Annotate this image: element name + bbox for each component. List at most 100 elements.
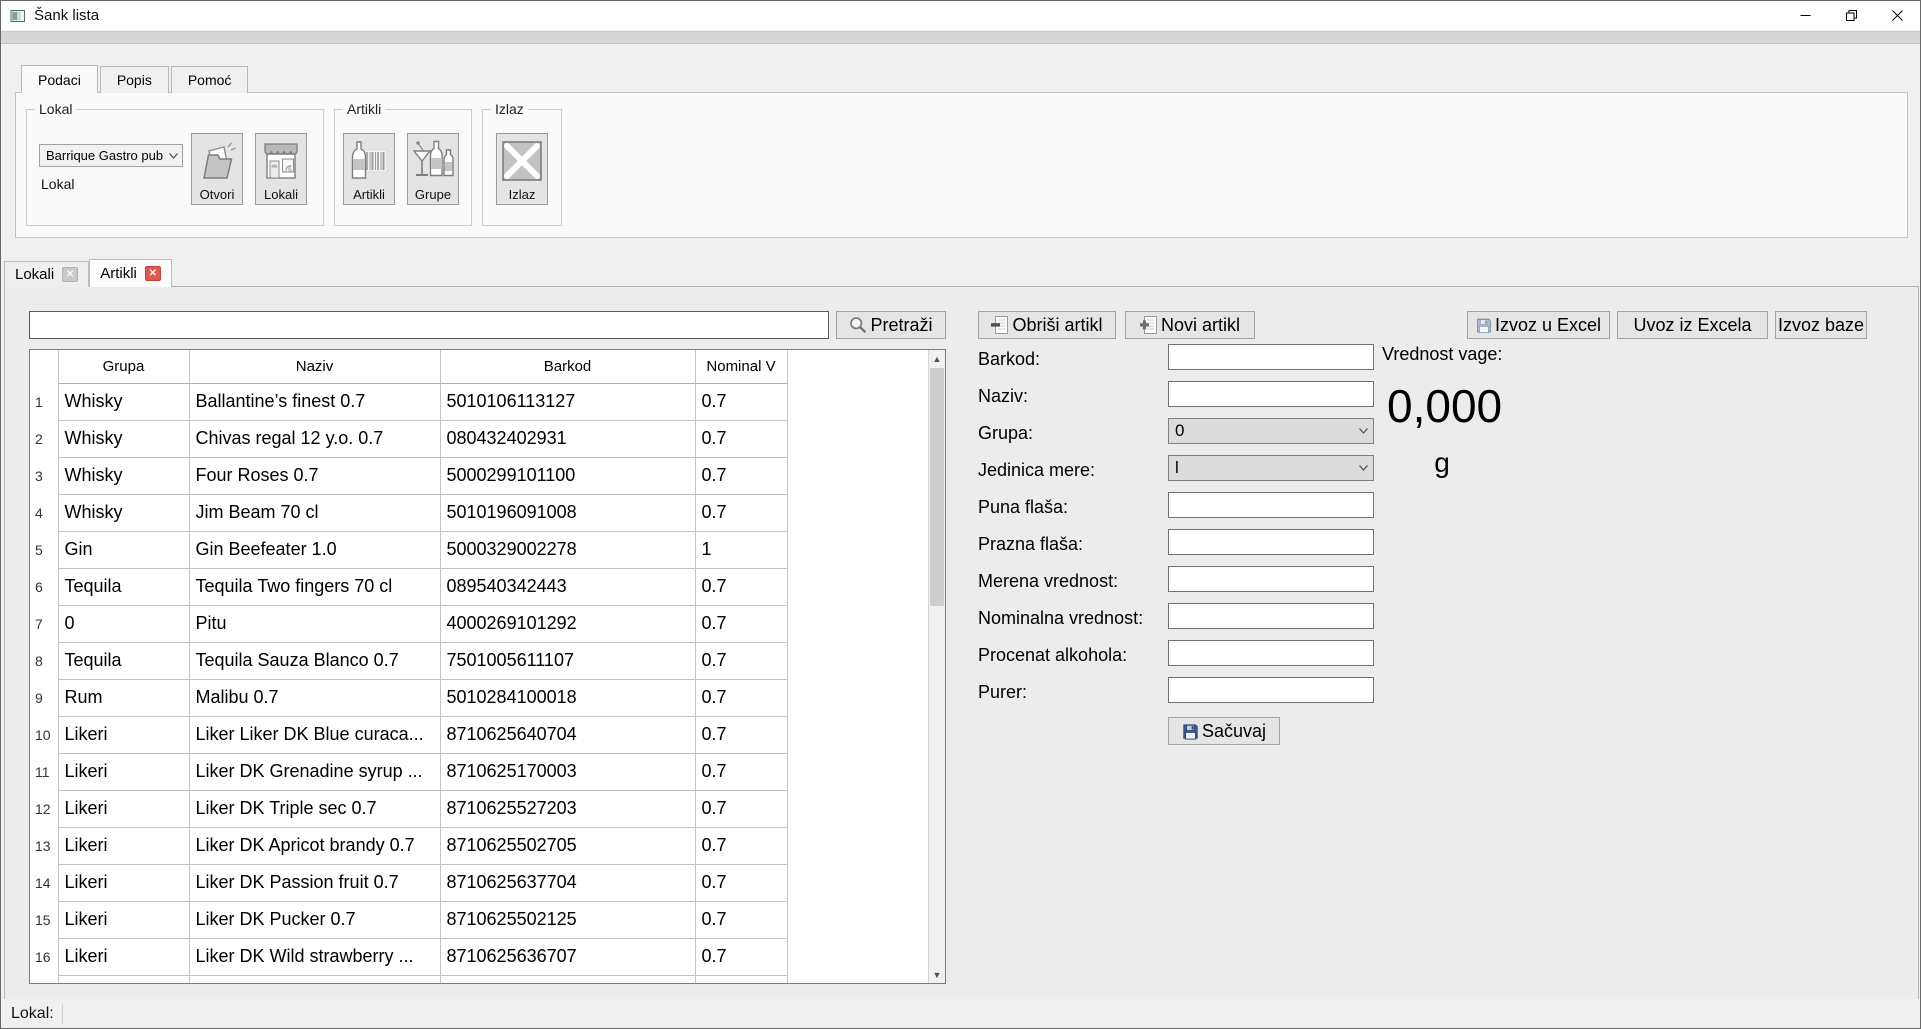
table-row[interactable]: 15 Likeri Liker DK Pucker 0.7 8710625502… — [30, 901, 928, 938]
naziv-cell: Liker DK Pucker 0.7 — [189, 901, 440, 938]
grupa-cell: Tequila — [58, 642, 189, 679]
table-row[interactable]: 12 Likeri Liker DK Triple sec 0.7 871062… — [30, 790, 928, 827]
barkod-cell — [440, 975, 695, 984]
filler-cell — [787, 420, 928, 457]
column-header-grupa[interactable]: Grupa — [58, 350, 189, 383]
filler-cell — [787, 568, 928, 605]
chevron-down-icon — [1353, 428, 1373, 434]
form-field-label: Prazna flaša: — [978, 529, 1168, 566]
table-row[interactable]: 3 Whisky Four Roses 0.7 5000299101100 0.… — [30, 457, 928, 494]
save-button[interactable]: Sačuvaj — [1168, 717, 1280, 745]
row-number-header — [30, 350, 58, 383]
form-field-input[interactable] — [1168, 492, 1374, 518]
scrollbar-thumb[interactable] — [930, 368, 944, 606]
artikli-button[interactable]: Artikli — [343, 133, 395, 205]
close-tab-icon[interactable]: ✕ — [145, 266, 161, 281]
form-field-input[interactable] — [1168, 529, 1374, 555]
table-row[interactable]: 14 Likeri Liker DK Passion fruit 0.7 871… — [30, 864, 928, 901]
export-excel-button[interactable]: Izvoz u Excel — [1467, 311, 1610, 339]
select-value: 0 — [1169, 421, 1353, 441]
table-row[interactable]: 9 Rum Malibu 0.7 5010284100018 0.7 — [30, 679, 928, 716]
minimize-button[interactable] — [1782, 1, 1828, 30]
form-field-input[interactable] — [1168, 603, 1374, 629]
grupa-cell: Tequila — [58, 568, 189, 605]
form-field-input[interactable] — [1168, 677, 1374, 703]
nominal-cell: 0.7 — [695, 420, 787, 457]
filler-cell — [787, 901, 928, 938]
lokal-combobox[interactable]: Barrique Gastro pub — [39, 144, 183, 167]
column-header-nominal[interactable]: Nominal V — [695, 350, 787, 383]
import-excel-button[interactable]: Uvoz iz Excela — [1617, 311, 1768, 339]
new-article-button[interactable]: Novi artikl — [1125, 311, 1255, 339]
row-number-cell: 15 — [30, 901, 58, 938]
table-row[interactable]: 5 Gin Gin Beefeater 1.0 5000329002278 1 — [30, 531, 928, 568]
lokali-button[interactable]: Lokali — [255, 133, 307, 205]
table-row[interactable]: 1 Whisky Ballantine’s finest 0.7 5010106… — [30, 383, 928, 420]
table-row[interactable] — [30, 975, 928, 984]
barkod-cell: 7501005611107 — [440, 642, 695, 679]
grupa-cell: Whisky — [58, 420, 189, 457]
table-row[interactable]: 10 Likeri Liker Liker DK Blue curaca... … — [30, 716, 928, 753]
form-field-input[interactable] — [1168, 344, 1374, 370]
grupa-cell: 0 — [58, 605, 189, 642]
doc-tab-lokali[interactable]: Lokali ✕ — [4, 261, 89, 287]
naziv-cell: Four Roses 0.7 — [189, 457, 440, 494]
ribbon-tab-pomoc[interactable]: Pomoć — [171, 66, 249, 93]
window-controls — [1782, 1, 1920, 30]
barkod-cell: 5000299101100 — [440, 457, 695, 494]
form-field-input[interactable] — [1168, 381, 1374, 407]
table-row[interactable]: 16 Likeri Liker DK Wild strawberry ... 8… — [30, 938, 928, 975]
grupe-button[interactable]: Grupe — [407, 133, 459, 205]
scale-display: Vrednost vage: 0,000 g — [1382, 344, 1562, 479]
table-row[interactable]: 7 0 Pitu 4000269101292 0.7 — [30, 605, 928, 642]
naziv-cell — [189, 975, 440, 984]
barkod-cell: 5010196091008 — [440, 494, 695, 531]
nominal-cell: 0.7 — [695, 864, 787, 901]
restore-button[interactable] — [1828, 1, 1874, 30]
form-field-select[interactable]: l — [1168, 455, 1374, 481]
window-title: Šank lista — [34, 7, 99, 24]
filler-cell — [787, 753, 928, 790]
search-input[interactable] — [29, 311, 829, 339]
doc-tab-artikli[interactable]: Artikli ✕ — [89, 259, 172, 287]
ribbon-tab-popis[interactable]: Popis — [100, 66, 169, 93]
izlaz-button[interactable]: Izlaz — [496, 133, 548, 205]
chevron-down-icon — [1353, 465, 1373, 471]
scroll-down-icon[interactable]: ▼ — [929, 966, 945, 983]
table-scrollbar[interactable]: ▲ ▼ — [928, 350, 945, 983]
filler-cell — [787, 605, 928, 642]
form-field-input[interactable] — [1168, 566, 1374, 592]
table-row[interactable]: 6 Tequila Tequila Two fingers 70 cl 0895… — [30, 568, 928, 605]
articles-table: Grupa Naziv Barkod Nominal V 1 Whisky Ba… — [29, 349, 946, 984]
open-folder-icon — [195, 134, 239, 187]
filler-cell — [787, 494, 928, 531]
grupa-cell: Likeri — [58, 790, 189, 827]
naziv-cell: Chivas regal 12 y.o. 0.7 — [189, 420, 440, 457]
search-button[interactable]: Pretraži — [836, 311, 946, 339]
close-button[interactable] — [1874, 1, 1920, 30]
grupa-cell: Likeri — [58, 938, 189, 975]
grupa-cell — [58, 975, 189, 984]
scroll-up-icon[interactable]: ▲ — [929, 350, 945, 367]
column-header-barkod[interactable]: Barkod — [440, 350, 695, 383]
table-row[interactable]: 4 Whisky Jim Beam 70 cl 5010196091008 0.… — [30, 494, 928, 531]
table-row[interactable]: 11 Likeri Liker DK Grenadine syrup ... 8… — [30, 753, 928, 790]
close-tab-icon[interactable]: ✕ — [62, 267, 78, 282]
otvori-button[interactable]: Otvori — [191, 133, 243, 205]
export-database-button[interactable]: Izvoz baze — [1775, 311, 1867, 339]
table-row[interactable]: 2 Whisky Chivas regal 12 y.o. 0.7 080432… — [30, 420, 928, 457]
naziv-cell: Liker Liker DK Blue curaca... — [189, 716, 440, 753]
form-field-label: Purer: — [978, 677, 1168, 714]
row-number-cell: 10 — [30, 716, 58, 753]
delete-article-button[interactable]: Obriši artikl — [978, 311, 1116, 339]
form-field-label: Merena vrednost: — [978, 566, 1168, 603]
table-row[interactable]: 8 Tequila Tequila Sauza Blanco 0.7 75010… — [30, 642, 928, 679]
grupe-label: Grupe — [415, 187, 451, 202]
barkod-cell: 8710625637704 — [440, 864, 695, 901]
table-row[interactable]: 13 Likeri Liker DK Apricot brandy 0.7 87… — [30, 827, 928, 864]
column-header-naziv[interactable]: Naziv — [189, 350, 440, 383]
ribbon-tab-podaci[interactable]: Podaci — [21, 65, 98, 93]
form-field-input[interactable] — [1168, 640, 1374, 666]
form-field-label: Nominalna vrednost: — [978, 603, 1168, 640]
form-field-select[interactable]: 0 — [1168, 418, 1374, 444]
